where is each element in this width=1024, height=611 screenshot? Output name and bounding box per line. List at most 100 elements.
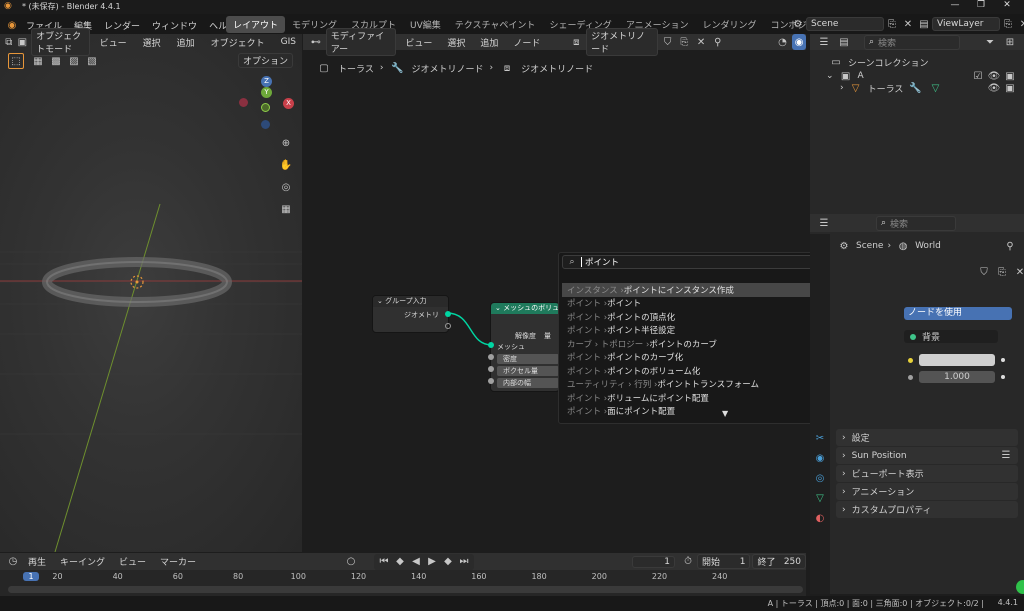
pin-icon[interactable]: ⚲ (1002, 238, 1018, 254)
group-input-node[interactable]: ⌄ グループ入力 ジオメトリ (372, 295, 451, 333)
tl-menu-keying[interactable]: キーイング (54, 555, 111, 568)
unlink-world-icon[interactable]: ✕ (1012, 264, 1024, 280)
current-frame-marker[interactable]: 1 (23, 572, 39, 581)
tl-menu-playback[interactable]: 再生 (22, 555, 52, 568)
jump-end-icon[interactable]: ⏭ (456, 554, 472, 570)
select-tool-icon[interactable]: ⬚ (8, 53, 24, 69)
scene-name-field[interactable]: Scene (806, 17, 884, 31)
tab-uv[interactable]: UV編集 (403, 16, 448, 33)
voxel-amount-socket[interactable] (488, 366, 494, 372)
geometry-socket[interactable] (445, 311, 451, 317)
pan-hand-icon[interactable]: ✋ (278, 157, 294, 173)
panel-viewport-display[interactable]: › ビューポート表示 (836, 465, 1018, 482)
start-frame-field[interactable]: 開始 1 (696, 554, 751, 569)
gizmo-z[interactable]: Z (261, 76, 272, 87)
gizmo-neg-z[interactable] (261, 120, 270, 129)
outliner-search-field[interactable]: ⌕ 検索 (864, 34, 960, 50)
keyframe-dot[interactable] (1001, 358, 1005, 362)
play-icon[interactable]: ▶ (424, 554, 440, 570)
vp-menu-object[interactable]: オブジェクト (205, 36, 271, 49)
display-mode-icon[interactable]: ▤ (836, 34, 852, 50)
panel-settings[interactable]: › 設定 (836, 429, 1018, 446)
interior-band-socket[interactable] (488, 378, 494, 384)
vp-menu-gis[interactable]: GIS (275, 37, 302, 47)
select-intersect-icon[interactable]: ▧ (84, 53, 100, 69)
modifier-wrench-icon[interactable]: 🔧 (907, 80, 923, 96)
mesh-input-socket[interactable] (488, 342, 494, 348)
delete-view-layer-icon[interactable]: ✕ (1016, 16, 1024, 32)
prev-keyframe-icon[interactable]: ◆ (392, 554, 408, 570)
keyframe-dot[interactable] (1001, 375, 1005, 379)
timeline-scrollbar[interactable] (8, 586, 803, 593)
panel-sun-position[interactable]: › Sun Position ☰ (836, 447, 1018, 464)
minimize-icon[interactable]: — (942, 0, 968, 10)
use-nodes-button[interactable]: ノードを使用 (904, 307, 1012, 320)
density-field[interactable]: 密度 (497, 354, 559, 364)
tab-material-icon[interactable]: ◐ (812, 510, 828, 526)
select-mode-icon[interactable]: ▣ (18, 34, 28, 50)
stopwatch-icon[interactable]: ⏱ (681, 554, 695, 570)
view-layer-field[interactable]: ViewLayer (932, 17, 1000, 31)
menu-render[interactable]: レンダー (98, 19, 146, 32)
zoom-icon[interactable]: ⊕ (278, 135, 294, 151)
tab-mesh-icon[interactable]: ▽ (812, 490, 828, 506)
jump-start-icon[interactable]: ⏮ (376, 554, 392, 570)
duplicate-world-icon[interactable]: ⎘ (994, 264, 1010, 280)
collapse-icon[interactable]: ⌄ (495, 304, 503, 312)
gizmo-y[interactable]: Y (261, 87, 272, 98)
surface-shader-field[interactable]: 背景 (904, 330, 998, 343)
new-view-layer-icon[interactable]: ⎘ (1000, 16, 1016, 32)
tl-menu-marker[interactable]: マーカー (154, 555, 202, 568)
tab-texture-paint[interactable]: テクスチャペイント (448, 16, 543, 33)
list-icon[interactable]: ☰ (998, 448, 1014, 464)
gizmo-neg-y[interactable] (261, 103, 270, 112)
mesh-to-volume-node[interactable]: ⌄ メッシュのボリュー 解像度 量 メッシュ 密度 ボクセル量 内部の幅 (490, 302, 560, 392)
vp-menu-view[interactable]: ビュー (94, 36, 133, 49)
strength-field[interactable]: 1.000 (919, 371, 995, 383)
panel-animation[interactable]: › アニメーション (836, 483, 1018, 500)
scroll-down-arrow-icon[interactable]: ▼ (722, 409, 728, 418)
tl-menu-view[interactable]: ビュー (113, 555, 152, 568)
expand-arrow-icon[interactable]: ⌄ (826, 71, 834, 81)
mesh-data-icon[interactable]: ▽ (927, 80, 943, 96)
voxel-amount-field[interactable]: ボクセル量 (497, 366, 559, 376)
options-dropdown[interactable]: オプション (238, 53, 294, 68)
gizmo-x[interactable]: X (283, 98, 294, 109)
scene-icon[interactable]: ⚙ (790, 16, 806, 32)
tab-layout[interactable]: レイアウト (226, 16, 286, 33)
end-frame-field[interactable]: 終了 250 (752, 554, 807, 569)
expand-arrow-icon[interactable]: › (840, 83, 844, 93)
collapse-icon[interactable]: ⌄ (377, 297, 385, 305)
eye-icon[interactable]: 👁 (986, 80, 1002, 96)
properties-type-icon[interactable]: ☰ (816, 215, 832, 231)
vp-menu-select[interactable]: 選択 (137, 36, 167, 49)
auto-key-icon[interactable]: ○ (344, 554, 358, 570)
color-swatch[interactable] (919, 354, 995, 366)
editor-type-icon[interactable]: ⧉ (4, 34, 14, 50)
tab-object-data-icon[interactable]: ◎ (812, 470, 828, 486)
tab-physics-icon[interactable]: ✂ (812, 430, 828, 446)
tab-constraints-icon[interactable]: ◉ (812, 450, 828, 466)
density-socket[interactable] (488, 354, 494, 360)
perspective-grid-icon[interactable]: ▦ (278, 201, 294, 217)
camera-icon[interactable]: ▣ (1002, 80, 1018, 96)
view-layer-icon[interactable]: ▤ (916, 16, 932, 32)
gizmo-neg-x[interactable] (239, 98, 248, 107)
new-scene-icon[interactable]: ⎘ (884, 16, 900, 32)
timeline-type-icon[interactable]: ◷ (6, 554, 20, 570)
select-subtract-icon[interactable]: ▨ (66, 53, 82, 69)
filter-icon[interactable]: ⏷ (982, 34, 998, 50)
navigation-gizmo[interactable]: Z X Y (238, 74, 298, 134)
empty-socket[interactable] (445, 323, 451, 329)
resolution-value[interactable]: 量 (544, 331, 551, 341)
outliner-row-object[interactable]: › ▽ トーラス 🔧 ▽ 👁 ▣ (840, 80, 1018, 96)
close-icon[interactable]: ✕ (994, 0, 1020, 10)
outliner-type-icon[interactable]: ☰ (816, 34, 832, 50)
select-extend-icon[interactable]: ▩ (48, 53, 64, 69)
blender-menu-icon[interactable]: ◉ (4, 17, 20, 33)
current-frame-field[interactable]: 1 (631, 555, 676, 568)
interior-band-field[interactable]: 内部の幅 (497, 378, 559, 388)
fake-user-shield-icon[interactable]: ⛉ (976, 264, 992, 280)
select-box-icon[interactable]: ▦ (30, 53, 46, 69)
new-collection-icon[interactable]: ⊞ (1002, 34, 1018, 50)
